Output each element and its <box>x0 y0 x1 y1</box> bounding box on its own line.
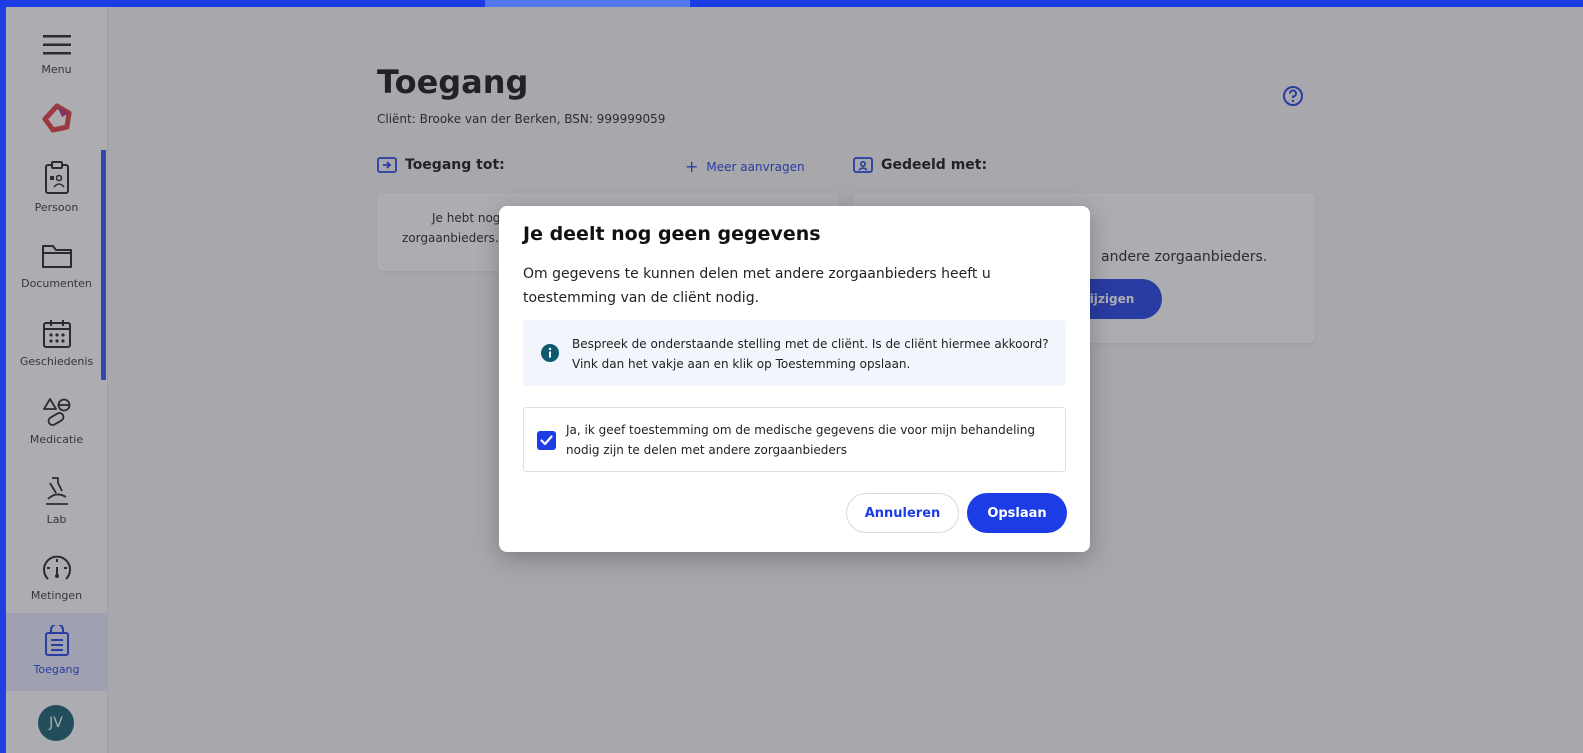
cancel-button[interactable]: Annuleren <box>846 493 959 533</box>
top-bar-highlight <box>485 0 690 7</box>
checkmark-icon <box>540 435 553 446</box>
info-icon <box>541 344 559 362</box>
consent-text: Ja, ik geef toestemming om de medische g… <box>566 423 1035 457</box>
consent-dialog: Je deelt nog geen gegevens Om gegevens t… <box>499 206 1090 552</box>
consent-checkbox[interactable] <box>537 431 556 450</box>
save-button[interactable]: Opslaan <box>967 493 1067 533</box>
dialog-description: Om gegevens te kunnen delen met andere z… <box>523 266 991 306</box>
window-top-bar <box>0 0 1583 7</box>
consent-option[interactable]: Ja, ik geef toestemming om de medische g… <box>523 407 1066 472</box>
info-box: Bespreek de onderstaande stelling met de… <box>523 320 1066 386</box>
app-frame: Menu Persoon Documenten Geschiedenis Med… <box>6 7 1583 753</box>
dialog-title: Je deelt nog geen gegevens <box>523 223 821 245</box>
info-text: Bespreek de onderstaande stelling met de… <box>572 337 1049 371</box>
